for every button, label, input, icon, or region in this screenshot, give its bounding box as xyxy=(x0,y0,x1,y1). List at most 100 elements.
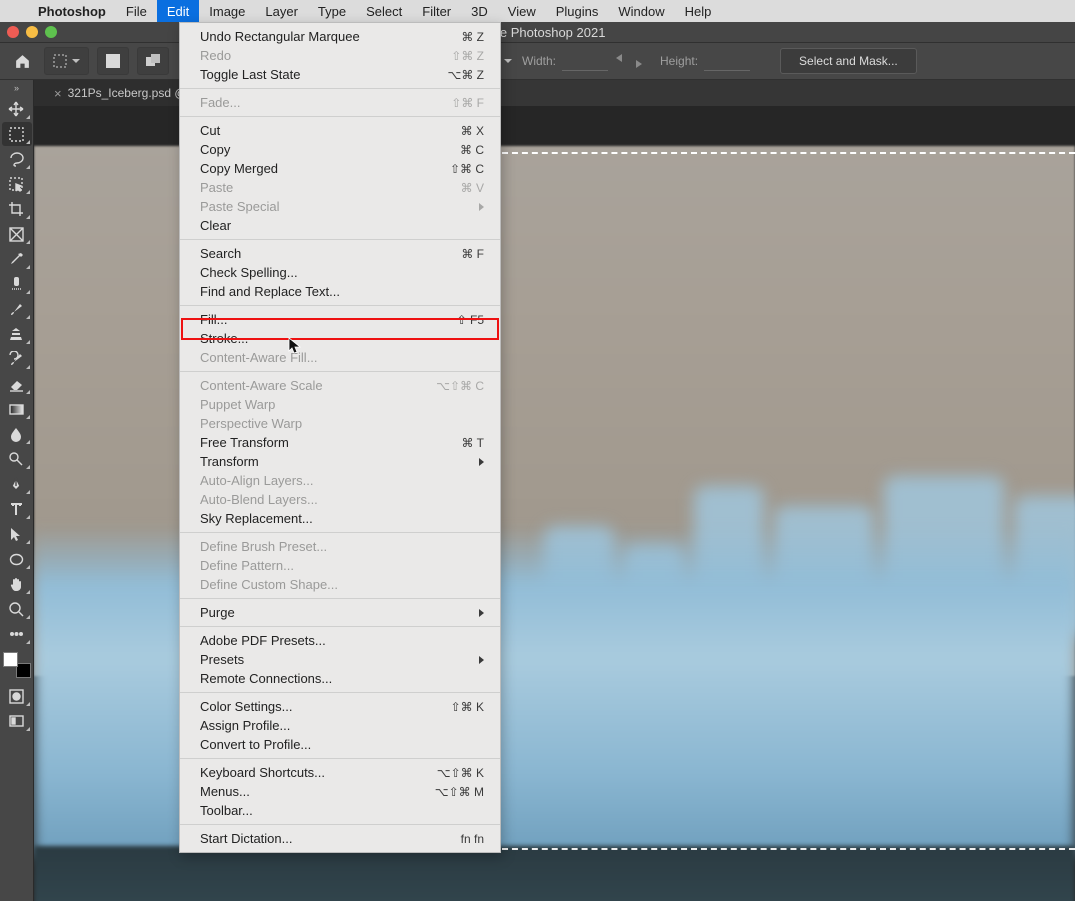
menu-item-auto-blend-layers: Auto-Blend Layers... xyxy=(180,490,500,509)
menu-item-label: Color Settings... xyxy=(200,699,451,714)
lasso-tool[interactable] xyxy=(2,147,32,171)
menu-item-content-aware-scale: Content-Aware Scale⌥⇧⌘ C xyxy=(180,376,500,395)
document-tab[interactable]: × 321Ps_Iceberg.psd @ xyxy=(34,80,197,106)
menu-item-content-aware-fill: Content-Aware Fill... xyxy=(180,348,500,367)
menubar-item-view[interactable]: View xyxy=(498,0,546,22)
menu-item-purge[interactable]: Purge xyxy=(180,603,500,622)
menubar-item-image[interactable]: Image xyxy=(199,0,255,22)
menu-item-transform[interactable]: Transform xyxy=(180,452,500,471)
menu-item-stroke[interactable]: Stroke... xyxy=(180,329,500,348)
menu-item-shortcut: ⌥⇧⌘ C xyxy=(436,379,484,393)
swap-wh-icon[interactable] xyxy=(616,52,642,70)
menu-item-check-spelling[interactable]: Check Spelling... xyxy=(180,263,500,282)
menubar-item-edit[interactable]: Edit xyxy=(157,0,199,22)
marquee-preset[interactable] xyxy=(44,47,89,75)
menubar-item-3d[interactable]: 3D xyxy=(461,0,498,22)
width-field[interactable] xyxy=(562,51,608,71)
document-tab-label: 321Ps_Iceberg.psd @ xyxy=(68,86,187,100)
menu-item-assign-profile[interactable]: Assign Profile... xyxy=(180,716,500,735)
home-icon[interactable] xyxy=(8,47,36,75)
close-tab-icon[interactable]: × xyxy=(54,86,62,101)
type-tool[interactable] xyxy=(2,497,32,521)
menubar-item-file[interactable]: File xyxy=(116,0,157,22)
tool-column: » xyxy=(0,80,34,901)
brush-tool[interactable] xyxy=(2,297,32,321)
menu-item-label: Define Brush Preset... xyxy=(200,539,484,554)
menu-item-label: Stroke... xyxy=(200,331,484,346)
path-select-tool[interactable] xyxy=(2,522,32,546)
menu-item-label: Assign Profile... xyxy=(200,718,484,733)
menu-item-presets[interactable]: Presets xyxy=(180,650,500,669)
frame-tool[interactable] xyxy=(2,222,32,246)
menu-item-remote-connections[interactable]: Remote Connections... xyxy=(180,669,500,688)
menubar-app[interactable]: Photoshop xyxy=(28,0,116,22)
menu-item-label: Convert to Profile... xyxy=(200,737,484,752)
menu-item-fill[interactable]: Fill...⇧ F5 xyxy=(180,310,500,329)
menu-item-find-and-replace-text[interactable]: Find and Replace Text... xyxy=(180,282,500,301)
mac-menubar: Photoshop FileEditImageLayerTypeSelectFi… xyxy=(0,0,1075,22)
dodge-tool[interactable] xyxy=(2,447,32,471)
clone-stamp-tool[interactable] xyxy=(2,322,32,346)
menu-item-free-transform[interactable]: Free Transform⌘ T xyxy=(180,433,500,452)
menu-item-label: Start Dictation... xyxy=(200,831,461,846)
edit-toolbar[interactable] xyxy=(2,622,32,646)
ellipse-tool[interactable] xyxy=(2,547,32,571)
eraser-tool[interactable] xyxy=(2,372,32,396)
history-brush-tool[interactable] xyxy=(2,347,32,371)
menu-item-keyboard-shortcuts[interactable]: Keyboard Shortcuts...⌥⇧⌘ K xyxy=(180,763,500,782)
selection-new-icon[interactable] xyxy=(97,47,129,75)
crop-tool[interactable] xyxy=(2,197,32,221)
menu-item-convert-to-profile[interactable]: Convert to Profile... xyxy=(180,735,500,754)
menubar-item-filter[interactable]: Filter xyxy=(412,0,461,22)
spot-heal-tool[interactable] xyxy=(2,272,32,296)
expand-tools-icon[interactable]: » xyxy=(0,80,33,96)
menu-item-adobe-pdf-presets[interactable]: Adobe PDF Presets... xyxy=(180,631,500,650)
height-field[interactable] xyxy=(704,51,750,71)
zoom-tool[interactable] xyxy=(2,597,32,621)
menu-item-color-settings[interactable]: Color Settings...⇧⌘ K xyxy=(180,697,500,716)
object-select-tool[interactable] xyxy=(2,172,32,196)
blur-tool[interactable] xyxy=(2,422,32,446)
menubar-item-plugins[interactable]: Plugins xyxy=(546,0,609,22)
menu-item-shortcut: ⌘ F xyxy=(461,247,484,261)
pen-tool[interactable] xyxy=(2,472,32,496)
menubar-item-window[interactable]: Window xyxy=(608,0,674,22)
menu-item-label: Content-Aware Scale xyxy=(200,378,436,393)
menubar-item-layer[interactable]: Layer xyxy=(255,0,308,22)
quick-mask[interactable] xyxy=(2,684,32,708)
fg-bg-swatch[interactable] xyxy=(3,652,31,678)
menu-item-label: Free Transform xyxy=(200,435,462,450)
menu-item-copy[interactable]: Copy⌘ C xyxy=(180,140,500,159)
move-tool[interactable] xyxy=(2,97,32,121)
menu-item-toggle-last-state[interactable]: Toggle Last State⌥⌘ Z xyxy=(180,65,500,84)
menu-item-cut[interactable]: Cut⌘ X xyxy=(180,121,500,140)
menu-item-copy-merged[interactable]: Copy Merged⇧⌘ C xyxy=(180,159,500,178)
menu-item-sky-replacement[interactable]: Sky Replacement... xyxy=(180,509,500,528)
submenu-arrow-icon xyxy=(479,203,484,211)
menu-item-label: Menus... xyxy=(200,784,435,799)
menu-item-undo-rectangular-marquee[interactable]: Undo Rectangular Marquee⌘ Z xyxy=(180,27,500,46)
rect-marquee-tool[interactable] xyxy=(2,122,32,146)
menu-item-clear[interactable]: Clear xyxy=(180,216,500,235)
menubar-item-select[interactable]: Select xyxy=(356,0,412,22)
menubar-item-help[interactable]: Help xyxy=(675,0,722,22)
menu-item-label: Adobe PDF Presets... xyxy=(200,633,484,648)
menu-item-label: Content-Aware Fill... xyxy=(200,350,484,365)
submenu-arrow-icon xyxy=(479,458,484,466)
screen-mode[interactable] xyxy=(2,709,32,733)
selection-add-icon[interactable] xyxy=(137,47,169,75)
gradient-tool[interactable] xyxy=(2,397,32,421)
menu-item-label: Find and Replace Text... xyxy=(200,284,484,299)
menu-item-search[interactable]: Search⌘ F xyxy=(180,244,500,263)
menu-item-menus[interactable]: Menus...⌥⇧⌘ M xyxy=(180,782,500,801)
menubar-item-type[interactable]: Type xyxy=(308,0,356,22)
menu-item-start-dictation[interactable]: Start Dictation...fn fn xyxy=(180,829,500,848)
menu-item-paste: Paste⌘ V xyxy=(180,178,500,197)
select-and-mask-button[interactable]: Select and Mask... xyxy=(780,48,917,74)
eyedropper-tool[interactable] xyxy=(2,247,32,271)
style-caret-icon[interactable] xyxy=(504,59,512,63)
menu-item-label: Search xyxy=(200,246,461,261)
hand-tool[interactable] xyxy=(2,572,32,596)
menu-item-toolbar[interactable]: Toolbar... xyxy=(180,801,500,820)
menu-item-label: Perspective Warp xyxy=(200,416,484,431)
